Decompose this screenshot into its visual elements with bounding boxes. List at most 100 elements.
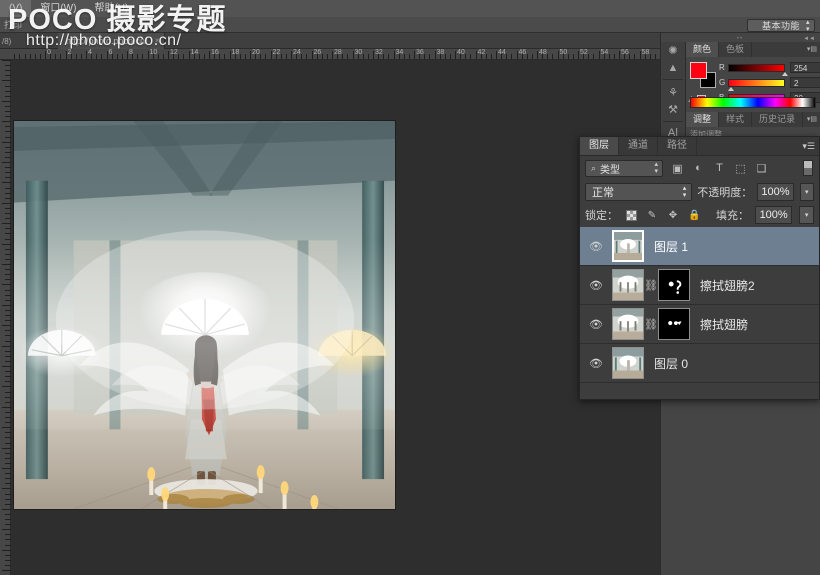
channel-value-g[interactable]: 2 bbox=[790, 77, 820, 88]
tab-adjustments[interactable]: 调整 bbox=[686, 112, 720, 127]
table-row[interactable]: 👁 ⛓ bbox=[580, 266, 819, 305]
ruler-tick bbox=[2, 447, 11, 449]
channel-label-g: G bbox=[719, 78, 726, 87]
menu-item-help[interactable]: 帮助(H) bbox=[85, 0, 137, 17]
lock-all-icon[interactable]: 🔒 bbox=[688, 210, 700, 221]
canvas-area[interactable] bbox=[11, 60, 660, 575]
opacity-input[interactable]: 100% bbox=[757, 182, 794, 201]
panel-menu-icon[interactable]: ▾▤ bbox=[807, 115, 817, 123]
brush-preset-icon[interactable]: ✺ bbox=[663, 42, 683, 59]
layer-visibility-toggle[interactable]: 👁 bbox=[580, 240, 612, 253]
ruler-tick bbox=[2, 549, 11, 551]
ruler-major-tick bbox=[168, 51, 169, 59]
ruler-major-tick bbox=[537, 51, 538, 59]
tab-history[interactable]: 历史记录 bbox=[752, 112, 804, 127]
ruler-major-tick bbox=[270, 51, 272, 59]
ruler-tick bbox=[2, 223, 11, 225]
layer-thumb-image bbox=[613, 348, 643, 378]
layers-panel: 图层 通道 路径 ▾☰ ⌕ 类型 ▴ ▾ ▣ ◐ T ⬚ ❑ 正常 ▴ ▾ 不透… bbox=[579, 136, 820, 400]
ruler-major-tick bbox=[147, 51, 149, 59]
layer-name[interactable]: 擦拭翅膀 bbox=[690, 316, 748, 333]
document-window[interactable] bbox=[13, 120, 396, 510]
filter-shape-icon[interactable]: ⬚ bbox=[734, 162, 747, 175]
ruler-major-tick bbox=[229, 51, 231, 59]
fill-input[interactable]: 100% bbox=[755, 206, 793, 224]
lock-image-icon[interactable]: ✎ bbox=[646, 210, 658, 221]
layer-thumbnail[interactable] bbox=[612, 269, 644, 301]
lock-label: 锁定： bbox=[585, 210, 618, 222]
layer-visibility-toggle[interactable]: 👁 bbox=[580, 279, 612, 292]
filter-adjustment-icon[interactable]: ◐ bbox=[692, 162, 705, 174]
table-row[interactable]: 👁 图层 1 bbox=[580, 227, 819, 266]
options-bar-label: 打印 bbox=[4, 20, 23, 30]
layer-thumbnail[interactable] bbox=[612, 230, 644, 262]
layer-list: 👁 图层 1 👁 ⛓ 擦拭翅膀2 👁 ⛓ 擦拭翅膀 👁 图层 0 bbox=[580, 227, 819, 383]
mini-bridge-icon[interactable]: ▲ bbox=[663, 59, 683, 76]
clone-source-icon[interactable]: ⚘ bbox=[663, 83, 683, 100]
layer-mask-link-icon[interactable]: ⛓ bbox=[644, 318, 658, 331]
slider-thumb-g[interactable] bbox=[728, 86, 734, 91]
foreground-background-swatches[interactable] bbox=[690, 62, 716, 88]
tab-color[interactable]: 颜色 bbox=[686, 42, 720, 57]
layer-name[interactable]: 擦拭翅膀2 bbox=[690, 277, 755, 294]
filter-type-icon[interactable]: T bbox=[713, 162, 726, 174]
tab-paths[interactable]: 路径 bbox=[658, 137, 697, 155]
ruler-tick bbox=[2, 182, 11, 184]
layer-mask-thumbnail[interactable] bbox=[658, 269, 690, 301]
dock-expand-icon[interactable]: ◄◄ bbox=[803, 36, 815, 42]
layer-name[interactable]: 图层 1 bbox=[644, 238, 688, 255]
slider-thumb-r[interactable] bbox=[782, 71, 788, 76]
ruler-tick bbox=[2, 366, 11, 367]
tool-preset-icon[interactable]: ⚒ bbox=[663, 101, 683, 118]
filter-enable-toggle[interactable] bbox=[803, 160, 813, 176]
slider-track-r[interactable] bbox=[728, 63, 788, 76]
dock-grip[interactable]: •• ◄◄ bbox=[661, 35, 819, 42]
foreground-color-swatch[interactable] bbox=[690, 62, 707, 79]
channel-value-r[interactable]: 254 bbox=[790, 62, 820, 73]
menu-item-view[interactable]: (V) bbox=[0, 0, 32, 17]
ruler-major-tick bbox=[332, 51, 333, 59]
ruler-major-tick bbox=[311, 51, 313, 59]
ruler-major-tick bbox=[65, 51, 67, 59]
table-row[interactable]: 👁 ⛓ bbox=[580, 305, 819, 344]
lock-icon-group: ✎ ✥ 🔒 bbox=[626, 209, 700, 221]
lock-position-icon[interactable]: ✥ bbox=[667, 210, 679, 221]
opacity-dropdown-icon[interactable]: ▾ bbox=[799, 182, 814, 201]
tab-styles[interactable]: 样式 bbox=[719, 112, 753, 127]
chevron-updown-icon: ▴ ▾ bbox=[654, 161, 658, 175]
panel-menu-icon[interactable]: ▾▤ bbox=[807, 45, 817, 53]
dock-divider bbox=[663, 79, 683, 81]
layer-mask-link-icon[interactable]: ⛓ bbox=[644, 279, 658, 292]
filter-pixel-icon[interactable]: ▣ bbox=[671, 162, 684, 175]
panel-menu-icon[interactable]: ▾☰ bbox=[802, 141, 815, 152]
tab-swatches[interactable]: 色板 bbox=[719, 42, 753, 57]
document-tab[interactable]: http://photo.poco.cn/ × bbox=[58, 33, 165, 49]
table-row[interactable]: 👁 图层 0 bbox=[580, 344, 819, 383]
fill-dropdown-icon[interactable]: ▾ bbox=[799, 206, 814, 224]
ruler-tick bbox=[2, 264, 11, 265]
adjustments-panel-tabs: 调整 样式 历史记录 ▾▤ bbox=[686, 112, 820, 127]
menu-item-window[interactable]: 窗口(W) bbox=[31, 0, 85, 17]
workspace-selector[interactable]: 基本功能 ▴ ▾ bbox=[747, 19, 815, 33]
ruler-major-tick bbox=[557, 51, 559, 59]
grip-dots-icon: •• bbox=[736, 35, 744, 42]
color-spectrum-ramp[interactable] bbox=[690, 97, 816, 108]
color-slider-r[interactable]: R 254 bbox=[719, 61, 820, 76]
layer-visibility-toggle[interactable]: 👁 bbox=[580, 318, 612, 331]
blend-mode-select[interactable]: 正常 ▴ ▾ bbox=[585, 182, 693, 201]
layer-filter-type-select[interactable]: ⌕ 类型 ▴ ▾ bbox=[585, 159, 663, 177]
layer-thumbnail[interactable] bbox=[612, 308, 644, 340]
layer-name[interactable]: 图层 0 bbox=[644, 355, 688, 372]
slider-track-g[interactable] bbox=[728, 78, 785, 91]
tab-channels[interactable]: 通道 bbox=[619, 137, 658, 155]
close-icon[interactable]: × bbox=[155, 36, 160, 45]
lock-transparency-icon[interactable] bbox=[626, 209, 637, 221]
layer-thumbnail[interactable] bbox=[612, 347, 644, 379]
tab-layers[interactable]: 图层 bbox=[580, 137, 619, 155]
workspace-label: 基本功能 bbox=[761, 21, 800, 31]
ruler-major-tick bbox=[45, 51, 46, 59]
filter-smartobject-icon[interactable]: ❑ bbox=[755, 162, 768, 175]
layer-mask-thumbnail[interactable] bbox=[658, 308, 690, 340]
layer-visibility-toggle[interactable]: 👁 bbox=[580, 357, 612, 370]
color-slider-g[interactable]: G 2 bbox=[719, 76, 820, 91]
